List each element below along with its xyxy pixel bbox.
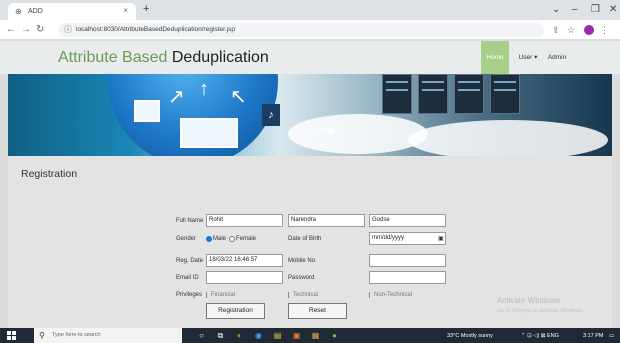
server-rack-graphic — [454, 74, 484, 114]
url-text[interactable]: localhost:8030/AttributeBasedDeduplicati… — [76, 25, 235, 35]
carousel-dot[interactable] — [314, 128, 320, 134]
star-icon[interactable]: ☆ — [567, 24, 575, 36]
cloud-graphic — [288, 114, 428, 154]
laptop-graphic — [180, 118, 238, 148]
arrow-graphic: ↑ — [199, 78, 209, 100]
close-window-icon[interactable]: ✕ — [609, 4, 617, 15]
edge-icon[interactable]: ◉ — [253, 330, 264, 341]
non-technical-label: Non-Technical — [374, 292, 413, 298]
system-tray-icons[interactable]: ⌃ ⊡ ◁) ⊠ ENG — [521, 332, 559, 340]
page-title: Registration — [21, 168, 78, 180]
browser-toolbar: ← → ↻ ⓘ localhost:8030/AttributeBasedDed… — [0, 20, 620, 40]
mobile-label: Mobile No. — [288, 258, 317, 264]
tab-close-icon[interactable]: × — [123, 6, 128, 16]
activate-windows-subtitle: Go to Settings to activate Windows. — [497, 308, 584, 314]
notification-icon[interactable]: ▭ — [609, 332, 614, 340]
calendar-icon[interactable]: ▣ — [438, 235, 444, 243]
share-icon[interactable]: ⇪ — [552, 24, 560, 36]
banner-carousel: ↗ ↑ ↖ ♪ — [8, 74, 612, 156]
server-rack-graphic — [382, 74, 412, 114]
registration-section: Registration Full Name Rohit Narendra Go… — [8, 156, 612, 328]
weather-widget[interactable]: 33°C Mostly sunny — [447, 332, 493, 340]
email-label: Email ID — [176, 275, 199, 281]
globe-icon: ⊕ — [15, 7, 22, 16]
cortana-icon[interactable]: ○ — [196, 330, 207, 341]
password-input[interactable] — [369, 271, 446, 284]
new-tab-button[interactable]: + — [143, 4, 149, 15]
info-icon[interactable]: ⓘ — [64, 24, 72, 36]
nav-admin[interactable]: Admin — [546, 41, 568, 74]
last-name-input[interactable]: Godse — [369, 214, 446, 227]
technical-label: Technical — [293, 292, 319, 298]
female-radio[interactable] — [229, 236, 235, 242]
profile-icon[interactable] — [584, 25, 594, 35]
nav-user-dropdown[interactable]: User ▾ — [513, 41, 543, 74]
arrow-graphic: ↗ — [168, 86, 185, 108]
middle-name-input[interactable]: Narendra — [288, 214, 365, 227]
full-name-label: Full Name — [176, 218, 204, 224]
carousel-dot[interactable] — [307, 128, 313, 134]
taskbar-search-placeholder: Type here to search — [52, 332, 101, 338]
minimize-icon[interactable]: – — [572, 4, 578, 15]
maximize-icon[interactable]: ❐ — [591, 4, 600, 15]
chrome-icon[interactable]: ● — [329, 330, 340, 341]
mobile-input[interactable] — [369, 254, 446, 267]
site-title-part1: Attribute Based — [58, 49, 168, 66]
back-icon[interactable]: ← — [6, 24, 16, 36]
app-icon[interactable]: ▦ — [310, 330, 321, 341]
eclipse-icon[interactable]: ◐ — [234, 330, 245, 341]
reg-date-label: Reg. Date — [176, 258, 204, 264]
search-icon: ⚲ — [39, 331, 45, 340]
music-note-icon: ♪ — [262, 104, 280, 126]
app-icon[interactable]: ▣ — [291, 330, 302, 341]
windows-taskbar: ⚲ Type here to search ○ ⧉ ◐ ◉ ▤ ▣ ▦ ● 33… — [0, 328, 620, 343]
reload-icon[interactable]: ↻ — [36, 24, 44, 36]
financial-label: Financial — [211, 292, 236, 298]
reset-button[interactable]: Reset — [288, 303, 347, 319]
menu-icon[interactable]: ⋮ — [600, 24, 609, 36]
site-header: Attribute Based Deduplication Home User … — [0, 41, 620, 74]
arrow-graphic: ↖ — [230, 86, 247, 108]
server-rack-graphic — [418, 74, 448, 114]
male-radio[interactable] — [206, 236, 212, 242]
dob-input[interactable]: mm/dd/yyyy — [369, 232, 446, 245]
forward-icon[interactable]: → — [21, 24, 31, 36]
browser-tab-strip: ⊕ ADD × + ⌄ – ❐ ✕ — [0, 0, 620, 20]
reg-date-input[interactable]: 18/03/22 16:46:57 — [206, 254, 283, 267]
server-rack-graphic — [490, 74, 520, 114]
email-input[interactable] — [206, 271, 283, 284]
site-title-part2: Deduplication — [171, 49, 269, 66]
dob-label: Date of Birth — [288, 236, 322, 242]
file-explorer-icon[interactable]: ▤ — [272, 330, 283, 341]
browser-tab[interactable]: ⊕ ADD × — [8, 3, 136, 20]
site-title: Attribute Based Deduplication — [58, 48, 269, 68]
male-label: Male — [213, 236, 227, 242]
carousel-dot-active[interactable] — [328, 128, 334, 134]
nav-home[interactable]: Home — [481, 41, 509, 74]
password-label: Password — [288, 275, 315, 281]
activate-windows-title: Activate Windows — [497, 296, 561, 305]
clock[interactable]: 3:17 PM — [583, 332, 603, 340]
tab-title: ADD — [28, 8, 43, 15]
gender-label: Gender — [176, 236, 197, 242]
taskbar-search[interactable]: ⚲ Type here to search — [34, 328, 182, 343]
carousel-dot[interactable] — [321, 128, 327, 134]
female-label: Female — [236, 236, 257, 242]
first-name-input[interactable]: Rohit — [206, 214, 283, 227]
privileges-label: Privileges — [176, 292, 203, 298]
tablet-graphic — [134, 100, 160, 122]
cloud-graphic — [408, 120, 608, 156]
registration-button[interactable]: Registration — [206, 303, 265, 319]
address-bar[interactable]: ⓘ localhost:8030/AttributeBasedDeduplica… — [58, 23, 544, 37]
windows-start-icon[interactable] — [7, 331, 17, 340]
tab-search-icon[interactable]: ⌄ — [552, 4, 560, 15]
task-view-icon[interactable]: ⧉ — [215, 330, 226, 341]
